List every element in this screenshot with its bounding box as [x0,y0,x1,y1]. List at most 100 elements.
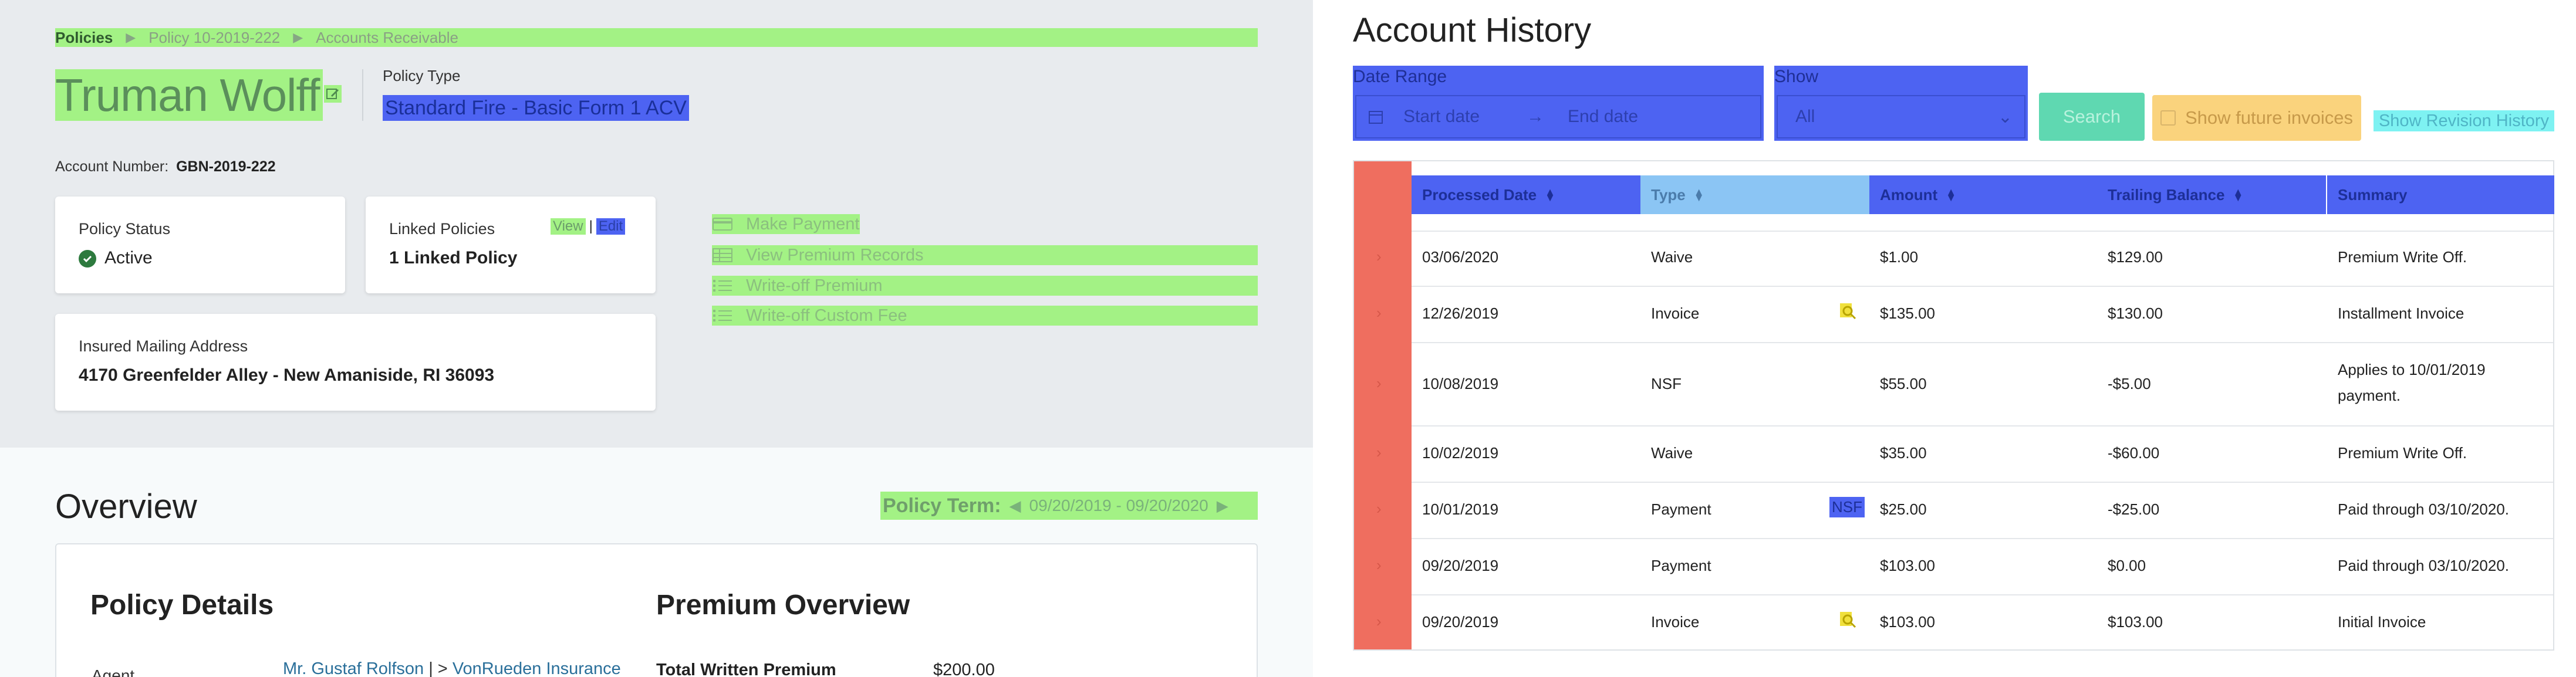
agency-link[interactable]: VonRueden Insurance [453,659,621,677]
customer-name: Truman Wolff [55,69,323,121]
row-date: 03/06/2020 [1422,248,1499,266]
start-date-input[interactable]: Start date [1403,107,1527,127]
row-balance: $130.00 [2108,304,2163,322]
chevron-right-icon[interactable]: › [1376,304,1382,322]
breadcrumb-policies[interactable]: Policies [55,29,113,47]
agent-value: Mr. Gustaf Rolfson | > VonRueden Insuran… [283,659,621,677]
list-icon [712,309,733,323]
chevron-right-icon[interactable]: › [1376,612,1382,631]
row-date: 09/20/2019 [1422,613,1499,631]
column-amount[interactable]: Amount ▲ ▼ [1869,175,2097,214]
row-date: 09/20/2019 [1422,557,1499,574]
row-summary: Premium Write Off. [2338,444,2467,462]
date-range-filter: Date Range Start date → End date [1353,66,1764,141]
row-date: 10/02/2019 [1422,444,1499,462]
sort-icon: ▲ ▼ [2233,186,2244,204]
sort-icon: ▲ ▼ [1545,186,1555,204]
show-future-invoices-toggle[interactable]: Show future invoices [2152,95,2361,141]
show-filter: Show All ⌄ [1774,66,2028,141]
chevron-right-icon: ▶ [293,30,303,45]
column-processed-date-label: Processed Date [1422,185,1537,204]
row-type: Payment [1651,557,1711,574]
account-history-title: Account History [1353,11,1592,49]
search-button[interactable]: Search [2039,93,2145,141]
row-amount: $55.00 [1880,375,1927,392]
row-type: Invoice [1651,613,1700,631]
write-off-premium-link[interactable]: Write-off Premium [712,276,1258,296]
show-revision-history-link[interactable]: Show Revision History [2374,110,2554,131]
date-range-input[interactable]: Start date → End date [1355,95,1761,138]
agent-link[interactable]: Mr. Gustaf Rolfson [283,659,424,677]
breadcrumb-policy[interactable]: Policy 10-2019-222 [148,29,280,47]
show-select-value: All [1795,107,1815,126]
policy-panel: Policies ▶ Policy 10-2019-222 ▶ Accounts… [0,0,1313,677]
row-balance: $0.00 [2108,557,2146,574]
show-select[interactable]: All ⌄ [1777,95,2025,138]
edit-icon[interactable] [324,85,342,103]
chevron-right-icon: ▶ [126,30,136,45]
view-premium-records-link[interactable]: View Premium Records [712,245,1258,265]
policy-term-value: 09/20/2019 - 09/20/2020 [1029,496,1208,514]
total-written-premium-value: $200.00 [933,661,995,677]
row-summary: Paid through 03/10/2020. [2338,557,2510,574]
row-summary-line2: payment. [2338,387,2401,404]
write-off-custom-fee-link[interactable]: Write-off Custom Fee [712,306,1258,326]
column-summary: Summary [2327,175,2554,214]
make-payment-label: Make Payment [746,214,860,233]
row-amount: $103.00 [1880,613,1935,631]
end-date-input[interactable]: End date [1568,107,1638,127]
policy-type-link[interactable]: Standard Fire - Basic Form 1 ACV [383,95,689,121]
chevron-right-icon[interactable]: › [1376,556,1382,574]
account-number-label: Account Number: [55,158,169,175]
chevron-down-icon: ⌄ [1997,107,2013,127]
row-type: Waive [1651,444,1693,462]
nsf-badge[interactable]: NSF [1829,497,1865,517]
view-document-icon[interactable] [1839,611,1856,628]
policy-type-label: Policy Type [383,67,461,84]
policy-term-selector: Policy Term: ◀ 09/20/2019 - 09/20/2020 ▶ [880,492,1258,520]
mailing-address-label: Insured Mailing Address [79,337,248,355]
chevron-left-icon[interactable]: ◀ [1010,497,1021,515]
linked-edit-link[interactable]: Edit [596,218,626,235]
chevron-right-icon[interactable]: › [1376,500,1382,518]
status-text: Active [104,248,153,268]
column-processed-date[interactable]: Processed Date ▲ ▼ [1412,175,1640,214]
chevron-right-icon[interactable]: ▶ [1217,497,1228,515]
make-payment-link[interactable]: Make Payment [712,214,860,234]
row-balance: -$5.00 [2108,375,2151,392]
sort-icon: ▲ ▼ [1693,186,1704,204]
show-future-invoices-label: Show future invoices [2185,107,2354,128]
write-off-premium-label: Write-off Premium [746,276,883,295]
row-type: Payment [1651,500,1711,518]
view-document-icon[interactable] [1839,302,1856,320]
linked-policies-label: Linked Policies [389,220,495,238]
chevron-right-icon[interactable]: › [1376,444,1382,462]
linked-policies-actions: View | Edit [551,218,626,235]
premium-overview-title: Premium Overview [656,590,910,621]
account-history-panel: Account History Date Range Start date → … [1313,0,2576,677]
row-type: NSF [1651,375,1682,392]
policy-header-area: Policies ▶ Policy 10-2019-222 ▶ Accounts… [0,0,1313,448]
row-summary: Installment Invoice [2338,304,2464,322]
chevron-right-icon[interactable]: › [1376,374,1382,392]
row-type: Waive [1651,248,1693,266]
write-off-custom-fee-label: Write-off Custom Fee [746,306,907,325]
linked-policies-card: Linked Policies 1 Linked Policy [366,197,656,293]
account-history-table: Processed Date ▲ ▼ Type ▲ ▼ Amount ▲ ▼ Trai… [1353,160,2554,651]
row-summary: Paid through 03/10/2020. [2338,500,2510,518]
row-date: 10/01/2019 [1422,500,1499,518]
arrow-right-icon: → [1527,107,1544,126]
policy-details-title: Policy Details [90,590,274,621]
agent-label: Agent [92,666,135,677]
linked-view-link[interactable]: View [551,218,586,235]
column-type[interactable]: Type ▲ ▼ [1640,175,1869,214]
row-summary: Premium Write Off. [2338,248,2467,266]
check-circle-icon [79,250,96,268]
show-label: Show [1774,67,1819,86]
policy-status-value: Active [79,248,153,268]
table-row [1412,342,2553,425]
column-trailing-balance[interactable]: Trailing Balance ▲ ▼ [2097,175,2326,214]
account-number: Account Number: GBN-2019-222 [55,158,276,175]
table-icon [712,248,733,262]
chevron-right-icon[interactable]: › [1376,248,1382,266]
